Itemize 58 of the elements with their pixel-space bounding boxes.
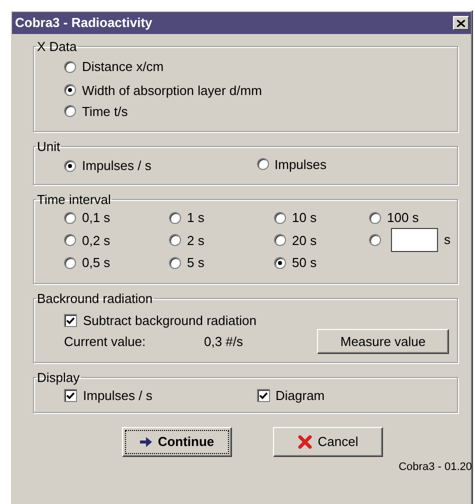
radio-button[interactable] [169, 234, 181, 246]
checkbox-label: Subtract background radiation [83, 312, 256, 330]
radio-label: 100 s [387, 209, 419, 227]
radio-button[interactable] [169, 212, 181, 224]
radio-label: Time t/s [82, 102, 128, 120]
seconds-field[interactable] [391, 228, 438, 252]
arrow-icon [140, 437, 152, 447]
continue-button[interactable]: Continue [122, 427, 232, 457]
checkbox-label: Diagram [276, 387, 325, 405]
measure-button[interactable]: Measure value [317, 329, 449, 354]
checkmark-icon [66, 392, 75, 400]
group-label: Backround radiation [36, 291, 154, 306]
radio-label: Width of absorption layer d/mm [82, 82, 262, 100]
radio-button[interactable] [369, 212, 381, 224]
group-label: X Data [36, 39, 78, 54]
group-label: Time interval [36, 192, 112, 207]
cross-icon [298, 435, 312, 449]
radio-button[interactable] [169, 256, 181, 268]
checkbox-label: Impulses / s [83, 387, 152, 405]
checkmark-icon [258, 392, 268, 400]
radio-button[interactable] [274, 256, 286, 268]
checkbox[interactable] [64, 389, 77, 402]
checkmark-icon [66, 316, 75, 324]
radio-button[interactable] [64, 234, 76, 246]
group-label: Unit [36, 138, 62, 154]
close-icon [457, 20, 465, 26]
radio-button[interactable] [274, 234, 286, 246]
cancel-button[interactable]: Cancel [273, 427, 383, 457]
radio-label: 2 s [187, 232, 204, 250]
radio-button[interactable] [369, 234, 381, 246]
radio-button[interactable] [64, 256, 76, 268]
radio-button[interactable] [64, 160, 76, 172]
radio-label: 0,2 s [82, 232, 110, 250]
checkbox[interactable] [256, 389, 270, 402]
radio-label: 20 s [292, 232, 317, 250]
value-label: Current value: [64, 332, 147, 351]
radio-button[interactable] [64, 84, 76, 96]
radio-button[interactable] [64, 212, 76, 224]
radio-button[interactable] [256, 158, 268, 170]
radio-button[interactable] [64, 60, 76, 72]
radio-label: 10 s [292, 209, 317, 227]
unit-label: s [444, 231, 450, 250]
radio-button[interactable] [64, 105, 76, 117]
radio-label: 5 s [187, 254, 204, 272]
radio-label: Impulses / s [82, 157, 152, 175]
radio-label: 1 s [187, 209, 204, 227]
window-title: Cobra3 - Radioactivity [15, 14, 152, 32]
radio-label: 0,1 s [82, 209, 110, 227]
close-button[interactable] [453, 16, 469, 30]
group-label: Display [36, 370, 81, 385]
version-label: Cobra3 - 01.20 [398, 460, 472, 475]
radio-label: 0,5 s [82, 254, 110, 272]
radio-label: Impulses [274, 156, 327, 174]
radio-label: Distance x/cm [82, 58, 164, 76]
checkbox[interactable] [64, 314, 77, 327]
radio-button[interactable] [274, 212, 286, 224]
current-value: 0,3 #/s [204, 332, 244, 351]
radio-label: 50 s [292, 254, 317, 272]
